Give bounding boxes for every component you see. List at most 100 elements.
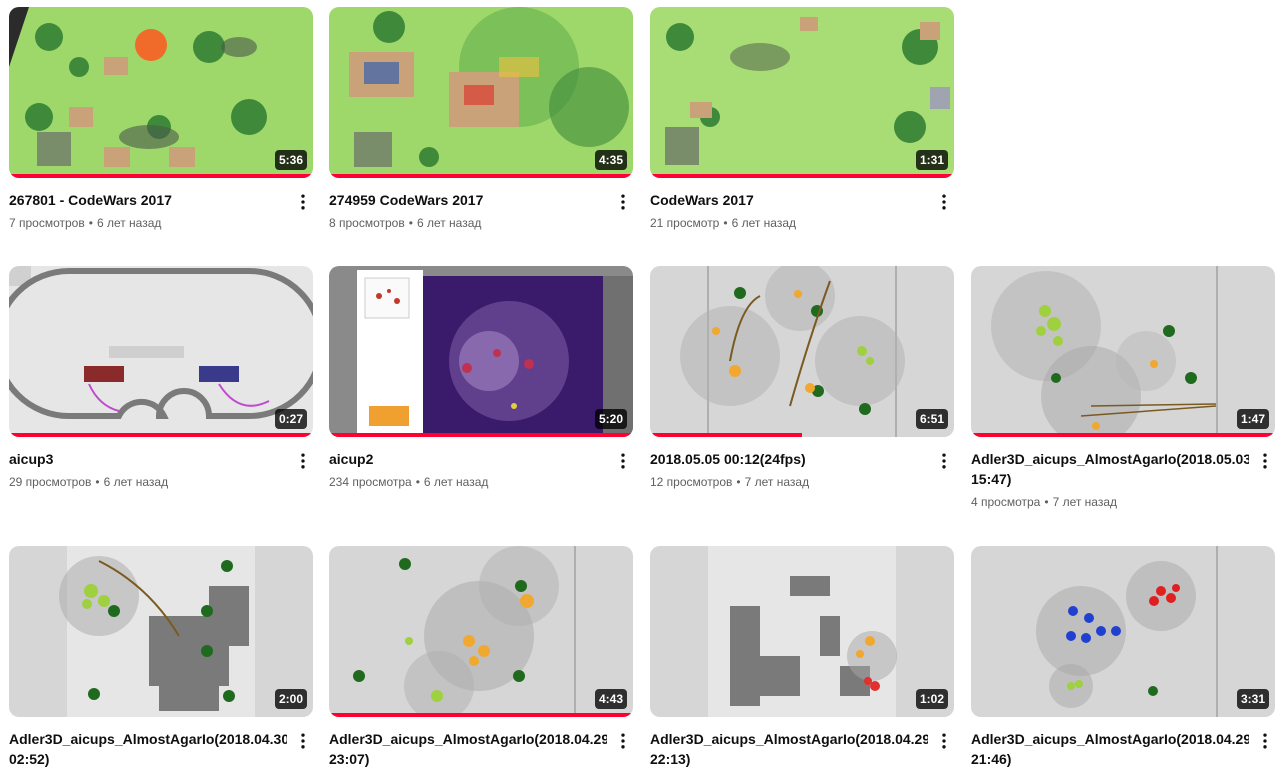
separator-dot: • <box>736 475 741 489</box>
video-stats: 21 просмотр • 6 лет назад <box>650 214 928 232</box>
video-thumbnail[interactable]: 5:36 <box>9 7 313 178</box>
upload-age: 6 лет назад <box>416 216 482 230</box>
duration-badge: 4:43 <box>594 689 627 709</box>
more-options-button[interactable] <box>291 729 315 753</box>
view-count: 234 просмотра <box>329 475 412 489</box>
video-thumbnail[interactable]: 6:51 <box>650 266 954 437</box>
more-options-button[interactable] <box>932 729 956 753</box>
video-stats: 7 просмотров • 6 лет назад <box>9 214 287 232</box>
view-count: 12 просмотров <box>650 475 733 489</box>
more-options-button[interactable] <box>1253 449 1277 473</box>
thumbnail-image <box>650 546 954 717</box>
more-vert-icon <box>942 194 946 210</box>
view-count: 7 просмотров <box>9 216 85 230</box>
video-stats: 12 просмотров • 7 лет назад <box>650 473 928 491</box>
thumbnail-image <box>9 546 313 717</box>
video-thumbnail[interactable]: 2:00 <box>9 546 313 717</box>
video-title[interactable]: aicup2 <box>329 449 607 469</box>
duration-badge: 5:20 <box>594 409 627 429</box>
view-count: 8 просмотров <box>329 216 405 230</box>
upload-age: 6 лет назад <box>423 475 489 489</box>
watch-progress-bar <box>329 713 633 717</box>
video-card[interactable]: 4:43 Adler3D_aicups_AlmostAgarIo(2018.04… <box>329 546 633 769</box>
duration-badge: 2:00 <box>274 689 307 709</box>
separator-dot: • <box>88 216 93 230</box>
video-thumbnail[interactable]: 1:31 <box>650 7 954 178</box>
video-card[interactable]: 0:27 aicup3 29 просмотров • 6 лет назад <box>9 266 313 491</box>
view-count: 21 просмотр <box>650 216 720 230</box>
more-vert-icon <box>942 733 946 749</box>
video-title[interactable]: 274959 CodeWars 2017 <box>329 190 607 210</box>
video-title[interactable]: Adler3D_aicups_AlmostAgarIo(2018.04.30 0… <box>9 729 287 769</box>
more-vert-icon <box>621 453 625 469</box>
separator-dot: • <box>723 216 728 230</box>
more-options-button[interactable] <box>611 449 635 473</box>
video-title[interactable]: CodeWars 2017 <box>650 190 928 210</box>
video-card[interactable]: 3:31 Adler3D_aicups_AlmostAgarIo(2018.04… <box>971 546 1275 769</box>
watch-progress-bar <box>9 174 313 178</box>
duration-badge: 3:31 <box>1236 689 1269 709</box>
thumbnail-image <box>650 266 954 437</box>
watch-progress-bar <box>9 433 313 437</box>
video-thumbnail[interactable]: 4:43 <box>329 546 633 717</box>
watch-progress-bar <box>971 433 1275 437</box>
video-title[interactable]: Adler3D_aicups_AlmostAgarIo(2018.04.29 2… <box>650 729 928 769</box>
video-thumbnail[interactable]: 5:20 <box>329 266 633 437</box>
more-vert-icon <box>621 194 625 210</box>
more-vert-icon <box>301 733 305 749</box>
video-card[interactable]: 6:51 2018.05.05 00:12(24fps) 12 просмотр… <box>650 266 954 491</box>
view-count: 4 просмотра <box>971 495 1041 509</box>
more-options-button[interactable] <box>1253 729 1277 753</box>
more-options-button[interactable] <box>932 190 956 214</box>
video-thumbnail[interactable]: 1:02 <box>650 546 954 717</box>
thumbnail-image <box>329 546 633 717</box>
watch-progress-bar <box>329 433 633 437</box>
video-card[interactable]: 5:20 aicup2 234 просмотра • 6 лет назад <box>329 266 633 491</box>
duration-badge: 1:47 <box>1236 409 1269 429</box>
video-title[interactable]: 267801 - CodeWars 2017 <box>9 190 287 210</box>
duration-badge: 1:02 <box>915 689 948 709</box>
video-card[interactable]: 1:31 CodeWars 2017 21 просмотр • 6 лет наз… <box>650 7 954 232</box>
video-stats: 8 просмотров • 6 лет назад <box>329 214 607 232</box>
more-options-button[interactable] <box>291 449 315 473</box>
separator-dot: • <box>415 475 420 489</box>
video-thumbnail[interactable]: 3:31 <box>971 546 1275 717</box>
video-title[interactable]: Adler3D_aicups_AlmostAgarIo(2018.05.03 1… <box>971 449 1249 489</box>
more-options-button[interactable] <box>611 190 635 214</box>
more-vert-icon <box>301 194 305 210</box>
video-thumbnail[interactable]: 4:35 <box>329 7 633 178</box>
separator-dot: • <box>95 475 100 489</box>
video-thumbnail[interactable]: 1:47 <box>971 266 1275 437</box>
upload-age: 6 лет назад <box>731 216 797 230</box>
upload-age: 6 лет назад <box>103 475 169 489</box>
more-vert-icon <box>1263 733 1267 749</box>
view-count: 29 просмотров <box>9 475 92 489</box>
duration-badge: 5:36 <box>274 150 307 170</box>
video-title[interactable]: aicup3 <box>9 449 287 469</box>
thumbnail-image <box>971 546 1275 717</box>
video-title[interactable]: 2018.05.05 00:12(24fps) <box>650 449 928 469</box>
more-options-button[interactable] <box>291 190 315 214</box>
upload-age: 7 лет назад <box>744 475 810 489</box>
video-stats: 4 просмотра • 7 лет назад <box>971 493 1249 511</box>
thumbnail-image <box>9 266 313 437</box>
video-title[interactable]: Adler3D_aicups_AlmostAgarIo(2018.04.29 2… <box>329 729 607 769</box>
more-vert-icon <box>942 453 946 469</box>
video-card[interactable]: 1:47 Adler3D_aicups_AlmostAgarIo(2018.05… <box>971 266 1275 511</box>
video-thumbnail[interactable]: 0:27 <box>9 266 313 437</box>
more-vert-icon <box>621 733 625 749</box>
video-card[interactable]: 4:35 274959 CodeWars 2017 8 просмотров • 6… <box>329 7 633 232</box>
video-card[interactable]: 5:36 267801 - CodeWars 2017 7 просмотров… <box>9 7 313 232</box>
separator-dot: • <box>1044 495 1049 509</box>
more-options-button[interactable] <box>932 449 956 473</box>
thumbnail-image <box>971 266 1275 437</box>
video-card[interactable]: 1:02 Adler3D_aicups_AlmostAgarIo(2018.04… <box>650 546 954 769</box>
more-vert-icon <box>301 453 305 469</box>
video-card[interactable]: 2:00 Adler3D_aicups_AlmostAgarIo(2018.04… <box>9 546 313 769</box>
duration-badge: 1:31 <box>915 150 948 170</box>
upload-age: 6 лет назад <box>96 216 162 230</box>
more-options-button[interactable] <box>611 729 635 753</box>
video-title[interactable]: Adler3D_aicups_AlmostAgarIo(2018.04.29 2… <box>971 729 1249 769</box>
separator-dot: • <box>408 216 413 230</box>
duration-badge: 4:35 <box>594 150 627 170</box>
